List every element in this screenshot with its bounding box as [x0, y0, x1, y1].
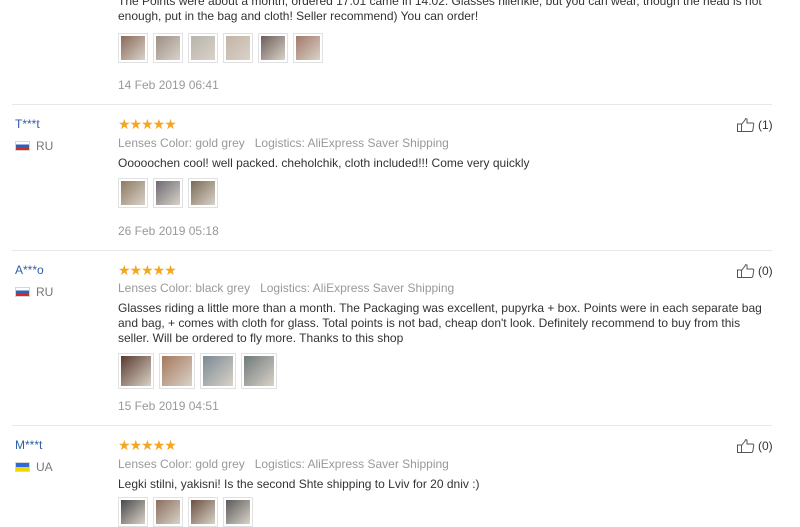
- review-divider: [12, 250, 772, 251]
- helpful-button[interactable]: (0): [737, 439, 773, 453]
- reviewer-country: RU: [15, 285, 53, 299]
- review-text: Legki stilni, yakisni! Is the second Sht…: [118, 477, 480, 491]
- helpful-count: (0): [758, 264, 773, 278]
- review-divider: [12, 425, 772, 426]
- thumbs-up-icon: [737, 118, 755, 132]
- helpful-count: (0): [758, 439, 773, 453]
- review-photo[interactable]: [293, 33, 323, 63]
- ukraine-flag-icon: [15, 462, 30, 472]
- review-attributes: Lenses Color: black grey Logistics: AliEx…: [118, 281, 454, 295]
- lens-color-label: Lenses Color: gold grey: [118, 136, 245, 150]
- review-attributes: Lenses Color: gold grey Logistics: AliExp…: [118, 136, 449, 150]
- reviewer-name[interactable]: A***o: [15, 263, 44, 277]
- reviewer-country: UA: [15, 460, 53, 474]
- reviewer-name[interactable]: T***t: [15, 117, 40, 131]
- review-attributes: Lenses Color: gold grey Logistics: AliExp…: [118, 457, 449, 471]
- star-rating: ★★★★★: [118, 116, 177, 132]
- review-photo[interactable]: [118, 497, 148, 527]
- helpful-count: (1): [758, 118, 773, 132]
- review-photo[interactable]: [188, 33, 218, 63]
- review-photo[interactable]: [223, 497, 253, 527]
- country-code: RU: [36, 139, 54, 153]
- thumbs-up-icon: [737, 439, 755, 453]
- review-photo[interactable]: [223, 33, 253, 63]
- lens-color-label: Lenses Color: black grey: [118, 281, 251, 295]
- review-photo[interactable]: [188, 178, 218, 208]
- review-divider: [12, 104, 772, 105]
- review-date: 14 Feb 2019 06:41: [118, 78, 219, 92]
- star-rating: ★★★★★: [118, 262, 177, 278]
- thumbs-up-icon: [737, 264, 755, 278]
- review-photos: [118, 178, 218, 208]
- review-date: 15 Feb 2019 04:51: [118, 399, 219, 413]
- review-photo[interactable]: [159, 353, 195, 389]
- review-photo[interactable]: [258, 33, 288, 63]
- lens-color-label: Lenses Color: gold grey: [118, 457, 245, 471]
- review-text: The Points were about a month, ordered 1…: [118, 0, 762, 23]
- review-photos: [118, 497, 253, 527]
- logistics-label: Logistics: AliExpress Saver Shipping: [254, 457, 449, 471]
- review-text: Glasses riding a little more than a mont…: [118, 301, 762, 345]
- review-text: Ooooochen cool! well packed. cheholchik,…: [118, 156, 530, 170]
- review-photo[interactable]: [118, 33, 148, 63]
- review-photo[interactable]: [200, 353, 236, 389]
- review-date: 26 Feb 2019 05:18: [118, 224, 219, 238]
- review-photo[interactable]: [153, 178, 183, 208]
- star-rating: ★★★★★: [118, 437, 177, 453]
- russia-flag-icon: [15, 287, 30, 297]
- review-photos: [118, 33, 323, 63]
- country-code: UA: [36, 460, 53, 474]
- review-photo[interactable]: [153, 497, 183, 527]
- logistics-label: Logistics: AliExpress Saver Shipping: [260, 281, 455, 295]
- review-photo[interactable]: [188, 497, 218, 527]
- helpful-button[interactable]: (1): [737, 118, 773, 132]
- reviewer-country: RU: [15, 139, 53, 153]
- review-photos: [118, 353, 277, 389]
- review-photo[interactable]: [118, 178, 148, 208]
- reviewer-name[interactable]: M***t: [15, 438, 42, 452]
- review-photo[interactable]: [118, 353, 154, 389]
- russia-flag-icon: [15, 141, 30, 151]
- review-photo[interactable]: [153, 33, 183, 63]
- country-code: RU: [36, 285, 54, 299]
- logistics-label: Logistics: AliExpress Saver Shipping: [254, 136, 449, 150]
- helpful-button[interactable]: (0): [737, 264, 773, 278]
- review-photo[interactable]: [241, 353, 277, 389]
